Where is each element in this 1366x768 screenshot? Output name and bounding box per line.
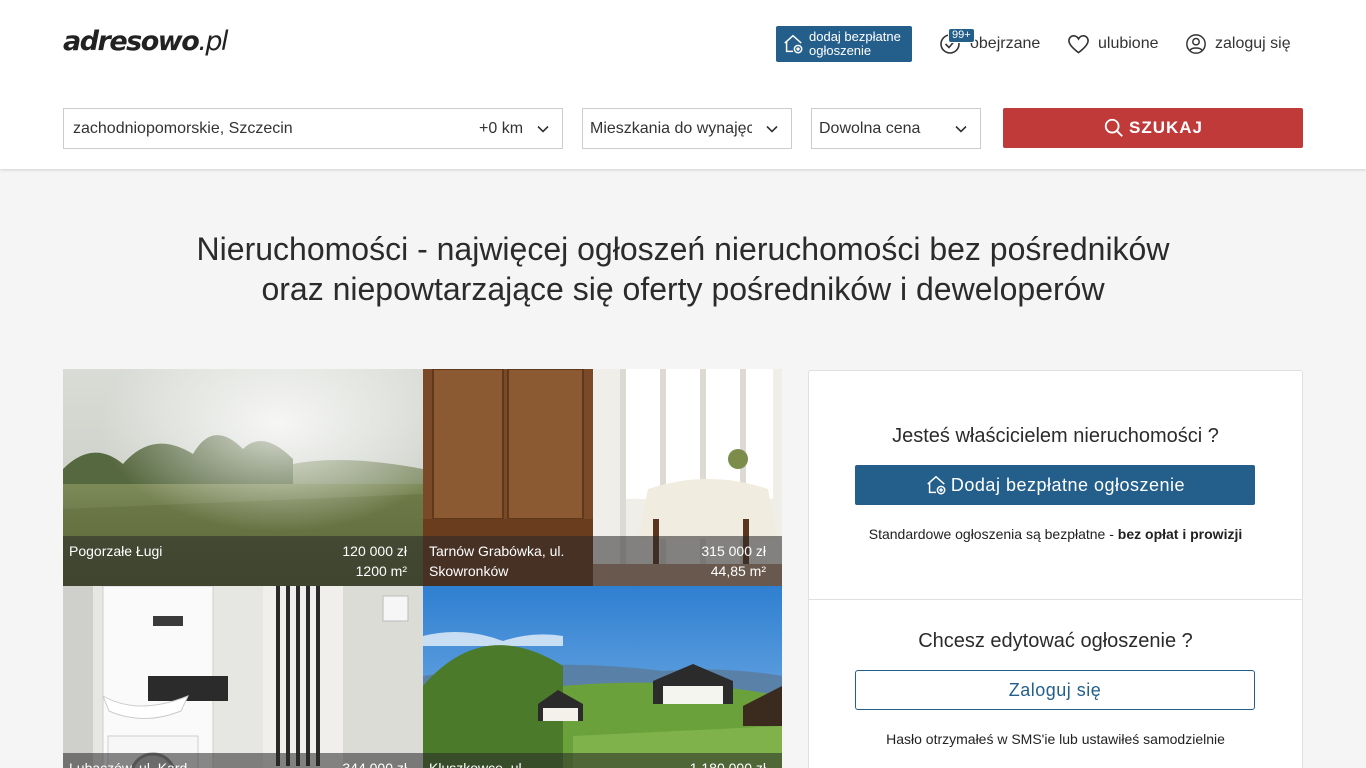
listing-price: 120 000 zł 1200 m² xyxy=(342,543,407,579)
search-button[interactable]: SZUKAJ xyxy=(1003,108,1303,148)
listing-price: 315 000 zł 44,85 m² xyxy=(701,543,766,579)
listing-caption: Pogorzałe Ługi 120 000 zł 1200 m² xyxy=(63,536,423,586)
user-circle-icon xyxy=(1186,34,1206,54)
chevron-down-icon xyxy=(766,125,778,133)
price-value: Dowolna cena xyxy=(819,119,921,137)
location-value: zachodniopomorskie, Szczecin xyxy=(73,119,293,137)
listing-card[interactable]: Lubaczów, ul. Kard 344 000 zł xyxy=(63,586,423,768)
free-listing-note: Standardowe ogłoszenia są bezpłatne - be… xyxy=(868,526,1243,542)
location-input[interactable]: zachodniopomorskie, Szczecin +0 km xyxy=(63,108,563,149)
hero-line-1: Nieruchomości - najwięcej ogłoszeń nieru… xyxy=(196,231,1170,267)
add-free-listing-button[interactable]: Dodaj bezpłatne ogłoszenie xyxy=(855,465,1255,505)
search-button-label: SZUKAJ xyxy=(1128,118,1203,137)
listing-caption: Lubaczów, ul. Kard 344 000 zł xyxy=(63,753,423,768)
login-label: zaloguj się xyxy=(1215,35,1291,52)
edit-heading: Chcesz edytować ogłoszenie ? xyxy=(918,630,1193,652)
listing-location: Pogorzałe Ługi xyxy=(69,543,163,559)
favorites-link[interactable]: ulubione xyxy=(1067,32,1159,56)
house-plus-icon xyxy=(927,475,946,495)
login-button[interactable]: Zaloguj się xyxy=(855,670,1255,710)
listing-area: 1200 m² xyxy=(355,563,407,579)
password-note: Hasło otrzymałeś w SMS'ie lub ustawiłeś … xyxy=(886,731,1225,747)
listing-price: 344 000 zł xyxy=(342,760,407,768)
category-select[interactable]: Mieszkania do wynajęcia xyxy=(582,108,792,149)
owner-panel: Jesteś właścicielem nieruchomości ? Doda… xyxy=(808,370,1303,768)
search-icon xyxy=(1104,118,1123,137)
owner-heading: Jesteś właścicielem nieruchomości ? xyxy=(892,425,1219,447)
listing-caption: Kluszkowce, ul. 1 180 000 zł xyxy=(423,753,782,768)
panel-divider xyxy=(809,599,1302,600)
category-value: Mieszkania do wynajęcia xyxy=(590,119,752,137)
add-listing-label: dodaj bezpłatne ogłoszenie xyxy=(809,29,901,58)
mountain-village-photo xyxy=(423,586,782,768)
listing-location: Tarnów Grabówka, ul. Skowronków xyxy=(429,543,565,579)
site-header: adresowo.pl dodaj bezpłatne ogłoszenie ob… xyxy=(0,0,1366,169)
viewed-count-badge: 99+ xyxy=(948,28,975,43)
login-button-label: Zaloguj się xyxy=(1008,679,1102,700)
house-plus-icon xyxy=(784,34,803,54)
listing-location: Lubaczów, ul. Kard xyxy=(69,760,188,768)
chevron-down-icon[interactable] xyxy=(536,122,550,136)
heart-icon xyxy=(1068,35,1089,54)
listing-caption: Tarnów Grabówka, ul. Skowronków 315 000 … xyxy=(423,536,782,586)
bathroom-photo xyxy=(63,586,423,768)
favorites-label: ulubione xyxy=(1098,35,1159,52)
listing-price: 1 180 000 zł xyxy=(689,760,766,768)
listing-card[interactable]: Pogorzałe Ługi 120 000 zł 1200 m² xyxy=(63,369,423,586)
chevron-down-icon xyxy=(955,125,967,133)
listing-card[interactable]: Tarnów Grabówka, ul. Skowronków 315 000 … xyxy=(423,369,782,586)
hero-line-2: oraz niepowtarzające się oferty pośredni… xyxy=(261,271,1105,307)
login-link[interactable]: zaloguj się xyxy=(1185,32,1291,56)
site-logo[interactable]: adresowo.pl xyxy=(63,26,229,57)
price-select[interactable]: Dowolna cena xyxy=(811,108,981,149)
listing-location: Kluszkowce, ul. xyxy=(429,760,526,768)
hero-heading: Nieruchomości - najwięcej ogłoszeń nieru… xyxy=(0,229,1366,309)
listing-card[interactable]: Kluszkowce, ul. 1 180 000 zł xyxy=(423,586,782,768)
add-listing-button[interactable]: dodaj bezpłatne ogłoszenie xyxy=(776,26,912,62)
add-free-listing-label: Dodaj bezpłatne ogłoszenie xyxy=(950,474,1186,495)
listing-area: 44,85 m² xyxy=(710,563,766,579)
radius-value[interactable]: +0 km xyxy=(479,120,523,138)
viewed-label: obejrzane xyxy=(970,35,1041,52)
